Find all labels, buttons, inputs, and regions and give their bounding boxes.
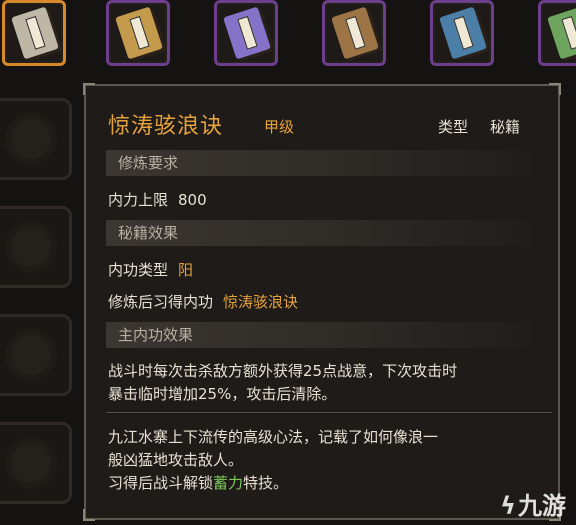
passive-line: 战斗时每次击杀敌方额外获得25点战意，下次攻击时 bbox=[108, 362, 458, 380]
inventory-slot-6[interactable] bbox=[538, 0, 576, 66]
neigong-type-label: 内功类型 bbox=[108, 261, 169, 279]
inventory-slot-5[interactable] bbox=[430, 0, 494, 66]
side-slot-1[interactable] bbox=[0, 98, 72, 180]
empty-slot-icon bbox=[11, 119, 51, 159]
panel-corner bbox=[549, 83, 561, 95]
item-tooltip: 惊涛骇浪诀 甲级 类型 秘籍 修炼要求 内力上限 800 秘籍效果 内功类型阳 修… bbox=[83, 83, 561, 521]
section-effects: 秘籍效果 bbox=[106, 220, 532, 246]
empty-slot-icon bbox=[11, 227, 51, 267]
requirement-neili: 内力上限 800 bbox=[108, 189, 207, 210]
description-line: 般凶猛地攻击敌人。 bbox=[108, 451, 244, 469]
item-grade: 甲级 bbox=[264, 118, 295, 136]
description-prefix: 习得后战斗解锁 bbox=[108, 474, 214, 492]
effect-neigong-type: 内功类型阳 bbox=[108, 259, 193, 280]
book-icon bbox=[223, 6, 271, 60]
inventory-slot-3[interactable] bbox=[214, 0, 278, 66]
book-icon bbox=[547, 6, 576, 60]
book-icon bbox=[331, 6, 379, 60]
inventory-slot-1[interactable] bbox=[2, 0, 66, 66]
divider bbox=[106, 412, 552, 413]
panel-corner bbox=[83, 509, 95, 521]
neili-value: 800 bbox=[178, 191, 207, 209]
watermark-text: 九游 bbox=[518, 492, 566, 520]
learned-label: 修炼后习得内功 bbox=[108, 293, 214, 311]
description-suffix: 特技。 bbox=[243, 474, 289, 492]
effect-learned: 修炼后习得内功 惊涛骇浪诀 bbox=[108, 291, 298, 312]
watermark-logo: ϟ九游 bbox=[500, 486, 566, 521]
item-type-value: 秘籍 bbox=[490, 118, 521, 136]
section-requirements: 修炼要求 bbox=[106, 150, 532, 176]
neigong-type-value: 阳 bbox=[178, 261, 194, 279]
passive-text: 战斗时每次击杀敌方额外获得25点战意，下次攻击时 暴击临时增加25%，攻击后清除… bbox=[108, 360, 538, 406]
neili-label: 内力上限 bbox=[108, 191, 169, 209]
empty-slot-icon bbox=[11, 443, 51, 483]
inventory-slot-4[interactable] bbox=[322, 0, 386, 66]
item-name: 惊涛骇浪诀 bbox=[108, 114, 224, 139]
description-line: 九江水寨上下流传的高级心法，记载了如何像浪一 bbox=[108, 428, 439, 446]
nine-game-icon: ϟ bbox=[500, 492, 516, 520]
section-passive: 主内功效果 bbox=[106, 322, 532, 348]
side-slot-4[interactable] bbox=[0, 422, 72, 504]
learned-value: 惊涛骇浪诀 bbox=[223, 293, 299, 311]
book-icon bbox=[439, 6, 487, 60]
description-line: 习得后战斗解锁蓄力特技。 bbox=[108, 472, 538, 495]
passive-line: 暴击临时增加25%，攻击后清除。 bbox=[108, 385, 337, 403]
item-type-label: 类型 bbox=[438, 118, 469, 136]
panel-corner bbox=[83, 83, 95, 95]
book-icon bbox=[11, 6, 59, 60]
skill-name: 蓄力 bbox=[213, 474, 244, 492]
description-text: 九江水寨上下流传的高级心法，记载了如何像浪一 般凶猛地攻击敌人。 习得后战斗解锁… bbox=[108, 426, 538, 495]
empty-slot-icon bbox=[11, 335, 51, 375]
inventory-slot-2[interactable] bbox=[106, 0, 170, 66]
side-slot-2[interactable] bbox=[0, 206, 72, 288]
side-slot-3[interactable] bbox=[0, 314, 72, 396]
book-icon bbox=[115, 6, 163, 60]
